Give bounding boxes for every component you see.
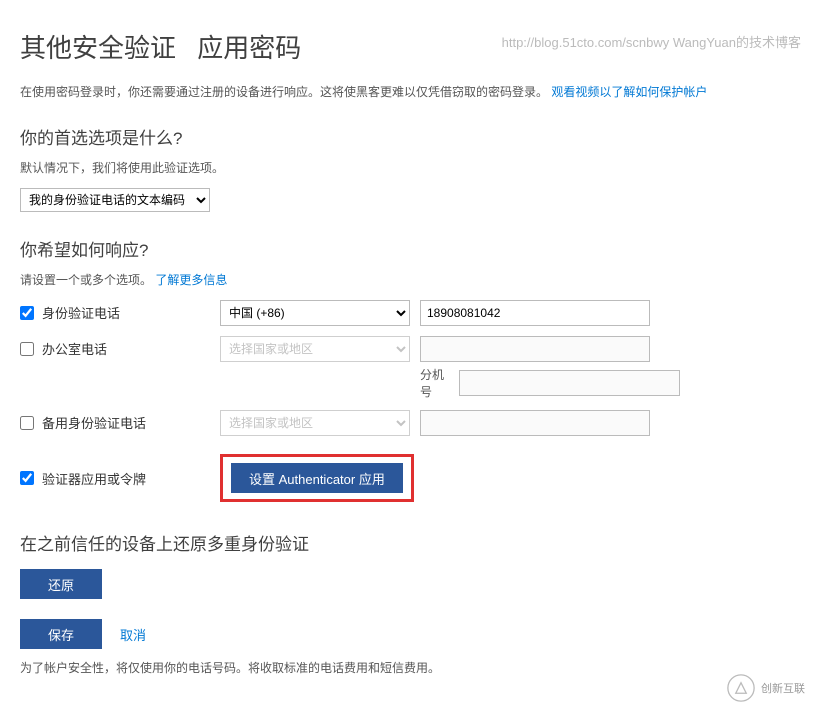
title-sub: 应用密码 — [197, 33, 301, 63]
office-phone-check-label[interactable]: 办公室电话 — [20, 336, 220, 358]
method-row-authenticator: 验证器应用或令牌 设置 Authenticator 应用 — [20, 454, 801, 502]
auth-phone-check-label[interactable]: 身份验证电话 — [20, 300, 220, 322]
intro-text: 在使用密码登录时，你还需要通过注册的设备进行响应。这将使黑客更难以仅凭借窃取的密… — [20, 83, 801, 100]
section-respond-desc: 请设置一个或多个选项。 了解更多信息 — [20, 271, 801, 288]
auth-phone-country-select[interactable]: 中国 (+86) — [220, 300, 410, 326]
office-phone-country-select: 选择国家或地区 — [220, 336, 410, 362]
method-row-backup-phone: 备用身份验证电话 选择国家或地区 — [20, 410, 801, 436]
brand-logo: 创新互联 — [727, 674, 805, 702]
footer-note: 为了帐户安全性，将仅使用你的电话号码。将收取标准的电话费用和短信费用。 — [20, 659, 801, 676]
authenticator-label: 验证器应用或令牌 — [42, 469, 146, 488]
learn-more-link[interactable]: 了解更多信息 — [155, 273, 227, 287]
backup-phone-label: 备用身份验证电话 — [42, 413, 146, 432]
backup-phone-checkbox[interactable] — [20, 416, 34, 430]
office-phone-checkbox[interactable] — [20, 342, 34, 356]
preferred-option-select[interactable]: 我的身份验证电话的文本编码 — [20, 188, 210, 212]
office-phone-ext-input — [459, 370, 680, 396]
auth-phone-label: 身份验证电话 — [42, 303, 120, 322]
methods-list: 身份验证电话 中国 (+86) 办公室电话 选择国家或地区 分机号 — [20, 300, 801, 502]
office-phone-ext-label: 分机号 — [420, 366, 455, 400]
cancel-link[interactable]: 取消 — [120, 625, 146, 644]
restore-button[interactable]: 还原 — [20, 569, 102, 599]
authenticator-checkbox[interactable] — [20, 471, 34, 485]
authenticator-highlight: 设置 Authenticator 应用 — [220, 454, 414, 502]
respond-desc-text: 请设置一个或多个选项。 — [20, 273, 152, 287]
authenticator-check-label[interactable]: 验证器应用或令牌 — [20, 469, 220, 488]
restore-section: 在之前信任的设备上还原多重身份验证 还原 — [20, 530, 801, 599]
watermark-text: http://blog.51cto.com/scnbwy WangYuan的技术… — [502, 32, 801, 51]
auth-phone-checkbox[interactable] — [20, 306, 34, 320]
backup-phone-check-label[interactable]: 备用身份验证电话 — [20, 410, 220, 432]
method-row-auth-phone: 身份验证电话 中国 (+86) — [20, 300, 801, 326]
save-row: 保存 取消 — [20, 619, 801, 649]
section-respond-heading: 你希望如何响应? — [20, 236, 801, 261]
section-preferred-heading: 你的首选选项是什么? — [20, 124, 801, 149]
method-row-office-phone: 办公室电话 选择国家或地区 分机号 — [20, 336, 801, 400]
auth-phone-number-input[interactable] — [420, 300, 650, 326]
backup-phone-country-select: 选择国家或地区 — [220, 410, 410, 436]
backup-phone-number-input — [420, 410, 650, 436]
section-preferred-desc: 默认情况下，我们将使用此验证选项。 — [20, 159, 801, 176]
office-phone-label: 办公室电话 — [42, 339, 107, 358]
office-phone-ext-row: 分机号 — [420, 366, 680, 400]
setup-authenticator-button[interactable]: 设置 Authenticator 应用 — [231, 463, 403, 493]
logo-text: 创新互联 — [761, 680, 805, 696]
title-main: 其他安全验证 — [20, 33, 176, 63]
logo-icon — [727, 674, 755, 702]
office-phone-number-input — [420, 336, 650, 362]
intro-link[interactable]: 观看视频以了解如何保护帐户 — [551, 85, 707, 99]
save-button[interactable]: 保存 — [20, 619, 102, 649]
restore-heading: 在之前信任的设备上还原多重身份验证 — [20, 530, 801, 555]
intro-body: 在使用密码登录时，你还需要通过注册的设备进行响应。这将使黑客更难以仅凭借窃取的密… — [20, 85, 548, 99]
